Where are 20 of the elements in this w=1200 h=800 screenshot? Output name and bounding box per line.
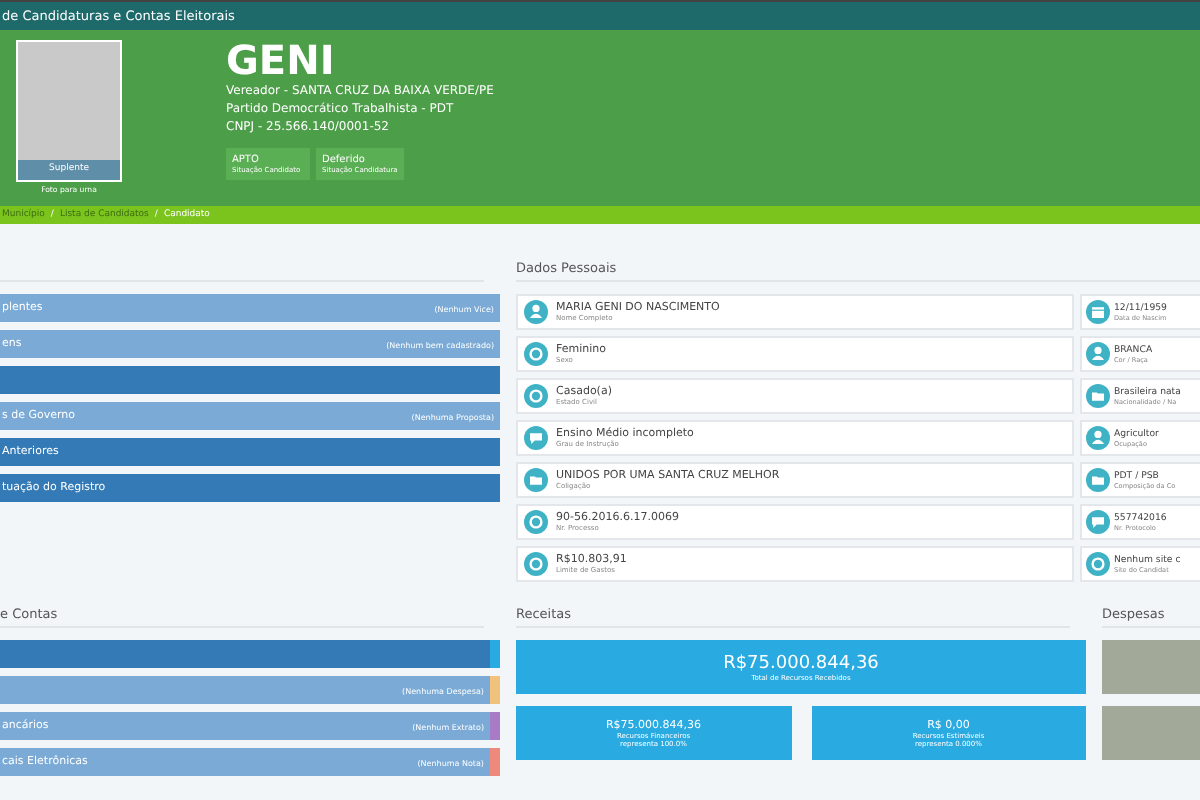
- badge-icon: [524, 342, 548, 366]
- photo-placeholder: [16, 40, 122, 160]
- person-icon: [1086, 426, 1110, 450]
- chat-icon: [524, 426, 548, 450]
- expense-tile: [1102, 640, 1200, 694]
- section-bar[interactable]: [0, 366, 500, 394]
- expense-tile: [1102, 706, 1200, 760]
- section-bar[interactable]: [0, 640, 500, 668]
- badge-icon: [524, 552, 548, 576]
- person-icon: [1086, 342, 1110, 366]
- badge-icon: [524, 384, 548, 408]
- badge-icon: [524, 510, 548, 534]
- candidate-name: GENI: [226, 38, 337, 82]
- chat-icon: [1086, 510, 1110, 534]
- badge-icon: [1086, 552, 1110, 576]
- folder-icon: [1086, 468, 1110, 492]
- person-icon: [524, 300, 548, 324]
- calendar-icon: [1086, 300, 1110, 324]
- folder-icon: [524, 468, 548, 492]
- folder-icon: [1086, 384, 1110, 408]
